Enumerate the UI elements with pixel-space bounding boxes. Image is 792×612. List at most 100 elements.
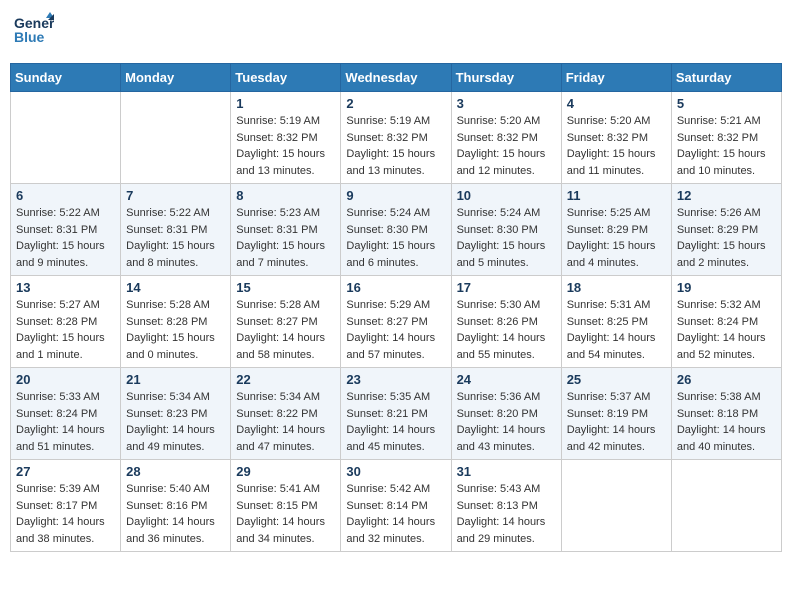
day-number: 26 bbox=[677, 372, 776, 387]
weekday-header: Thursday bbox=[451, 64, 561, 92]
calendar-cell: 20 Sunrise: 5:33 AM Sunset: 8:24 PM Dayli… bbox=[11, 368, 121, 460]
calendar-cell: 25 Sunrise: 5:37 AM Sunset: 8:19 PM Dayli… bbox=[561, 368, 671, 460]
calendar-cell: 18 Sunrise: 5:31 AM Sunset: 8:25 PM Dayli… bbox=[561, 276, 671, 368]
calendar-cell: 21 Sunrise: 5:34 AM Sunset: 8:23 PM Dayli… bbox=[121, 368, 231, 460]
day-info: Sunrise: 5:19 AM Sunset: 8:32 PM Dayligh… bbox=[236, 113, 335, 179]
day-number: 24 bbox=[457, 372, 556, 387]
day-info: Sunrise: 5:38 AM Sunset: 8:18 PM Dayligh… bbox=[677, 389, 776, 455]
calendar-cell: 8 Sunrise: 5:23 AM Sunset: 8:31 PM Daylig… bbox=[231, 184, 341, 276]
day-info: Sunrise: 5:34 AM Sunset: 8:23 PM Dayligh… bbox=[126, 389, 225, 455]
day-number: 28 bbox=[126, 464, 225, 479]
calendar-cell: 10 Sunrise: 5:24 AM Sunset: 8:30 PM Dayli… bbox=[451, 184, 561, 276]
calendar-cell: 30Sunrise: 5:42 AM Sunset: 8:14 PM Dayli… bbox=[341, 460, 451, 552]
calendar-cell bbox=[11, 92, 121, 184]
day-info: Sunrise: 5:32 AM Sunset: 8:24 PM Dayligh… bbox=[677, 297, 776, 363]
day-number: 18 bbox=[567, 280, 666, 295]
calendar-week-row: 20 Sunrise: 5:33 AM Sunset: 8:24 PM Dayli… bbox=[11, 368, 782, 460]
calendar-cell: 24Sunrise: 5:36 AM Sunset: 8:20 PM Dayli… bbox=[451, 368, 561, 460]
day-number: 7 bbox=[126, 188, 225, 203]
calendar-cell: 16 Sunrise: 5:29 AM Sunset: 8:27 PM Dayli… bbox=[341, 276, 451, 368]
day-info: Sunrise: 5:25 AM Sunset: 8:29 PM Dayligh… bbox=[567, 205, 666, 271]
day-number: 19 bbox=[677, 280, 776, 295]
day-info: Sunrise: 5:21 AM Sunset: 8:32 PM Dayligh… bbox=[677, 113, 776, 179]
day-info: Sunrise: 5:24 AM Sunset: 8:30 PM Dayligh… bbox=[457, 205, 556, 271]
calendar-cell: 29 Sunrise: 5:41 AM Sunset: 8:15 PM Dayli… bbox=[231, 460, 341, 552]
calendar-cell: 12 Sunrise: 5:26 AM Sunset: 8:29 PM Dayli… bbox=[671, 184, 781, 276]
day-info: Sunrise: 5:41 AM Sunset: 8:15 PM Dayligh… bbox=[236, 481, 335, 547]
calendar-cell: 15 Sunrise: 5:28 AM Sunset: 8:27 PM Dayli… bbox=[231, 276, 341, 368]
day-number: 20 bbox=[16, 372, 115, 387]
calendar-cell bbox=[121, 92, 231, 184]
calendar-cell: 19 Sunrise: 5:32 AM Sunset: 8:24 PM Dayli… bbox=[671, 276, 781, 368]
day-number: 21 bbox=[126, 372, 225, 387]
day-info: Sunrise: 5:19 AM Sunset: 8:32 PM Dayligh… bbox=[346, 113, 445, 179]
day-number: 4 bbox=[567, 96, 666, 111]
day-info: Sunrise: 5:28 AM Sunset: 8:27 PM Dayligh… bbox=[236, 297, 335, 363]
calendar-cell: 6Sunrise: 5:22 AM Sunset: 8:31 PM Daylig… bbox=[11, 184, 121, 276]
calendar-cell: 28 Sunrise: 5:40 AM Sunset: 8:16 PM Dayli… bbox=[121, 460, 231, 552]
day-info: Sunrise: 5:37 AM Sunset: 8:19 PM Dayligh… bbox=[567, 389, 666, 455]
calendar-cell bbox=[561, 460, 671, 552]
calendar-cell: 9Sunrise: 5:24 AM Sunset: 8:30 PM Daylig… bbox=[341, 184, 451, 276]
day-number: 1 bbox=[236, 96, 335, 111]
day-info: Sunrise: 5:23 AM Sunset: 8:31 PM Dayligh… bbox=[236, 205, 335, 271]
weekday-header: Sunday bbox=[11, 64, 121, 92]
weekday-header: Monday bbox=[121, 64, 231, 92]
day-number: 9 bbox=[346, 188, 445, 203]
calendar-cell: 23Sunrise: 5:35 AM Sunset: 8:21 PM Dayli… bbox=[341, 368, 451, 460]
day-info: Sunrise: 5:28 AM Sunset: 8:28 PM Dayligh… bbox=[126, 297, 225, 363]
day-number: 11 bbox=[567, 188, 666, 203]
day-info: Sunrise: 5:20 AM Sunset: 8:32 PM Dayligh… bbox=[567, 113, 666, 179]
weekday-header: Tuesday bbox=[231, 64, 341, 92]
day-number: 3 bbox=[457, 96, 556, 111]
day-number: 25 bbox=[567, 372, 666, 387]
day-number: 14 bbox=[126, 280, 225, 295]
calendar-cell: 26 Sunrise: 5:38 AM Sunset: 8:18 PM Dayli… bbox=[671, 368, 781, 460]
calendar-cell: 13 Sunrise: 5:27 AM Sunset: 8:28 PM Dayli… bbox=[11, 276, 121, 368]
day-info: Sunrise: 5:35 AM Sunset: 8:21 PM Dayligh… bbox=[346, 389, 445, 455]
day-number: 13 bbox=[16, 280, 115, 295]
day-number: 8 bbox=[236, 188, 335, 203]
day-number: 5 bbox=[677, 96, 776, 111]
day-number: 12 bbox=[677, 188, 776, 203]
day-info: Sunrise: 5:39 AM Sunset: 8:17 PM Dayligh… bbox=[16, 481, 115, 547]
day-number: 22 bbox=[236, 372, 335, 387]
day-info: Sunrise: 5:29 AM Sunset: 8:27 PM Dayligh… bbox=[346, 297, 445, 363]
day-info: Sunrise: 5:33 AM Sunset: 8:24 PM Dayligh… bbox=[16, 389, 115, 455]
day-number: 31 bbox=[457, 464, 556, 479]
day-info: Sunrise: 5:40 AM Sunset: 8:16 PM Dayligh… bbox=[126, 481, 225, 547]
calendar-table: SundayMondayTuesdayWednesdayThursdayFrid… bbox=[10, 63, 782, 552]
day-info: Sunrise: 5:34 AM Sunset: 8:22 PM Dayligh… bbox=[236, 389, 335, 455]
calendar-cell: 2 Sunrise: 5:19 AM Sunset: 8:32 PM Daylig… bbox=[341, 92, 451, 184]
day-number: 30 bbox=[346, 464, 445, 479]
day-info: Sunrise: 5:22 AM Sunset: 8:31 PM Dayligh… bbox=[16, 205, 115, 271]
day-info: Sunrise: 5:30 AM Sunset: 8:26 PM Dayligh… bbox=[457, 297, 556, 363]
day-number: 29 bbox=[236, 464, 335, 479]
calendar-cell: 5 Sunrise: 5:21 AM Sunset: 8:32 PM Daylig… bbox=[671, 92, 781, 184]
logo: General Blue bbox=[14, 10, 54, 55]
day-number: 15 bbox=[236, 280, 335, 295]
day-number: 16 bbox=[346, 280, 445, 295]
calendar-week-row: 6Sunrise: 5:22 AM Sunset: 8:31 PM Daylig… bbox=[11, 184, 782, 276]
svg-text:Blue: Blue bbox=[14, 29, 45, 45]
day-info: Sunrise: 5:31 AM Sunset: 8:25 PM Dayligh… bbox=[567, 297, 666, 363]
weekday-header: Friday bbox=[561, 64, 671, 92]
weekday-header: Saturday bbox=[671, 64, 781, 92]
calendar-cell: 3Sunrise: 5:20 AM Sunset: 8:32 PM Daylig… bbox=[451, 92, 561, 184]
calendar-cell: 7 Sunrise: 5:22 AM Sunset: 8:31 PM Daylig… bbox=[121, 184, 231, 276]
day-info: Sunrise: 5:26 AM Sunset: 8:29 PM Dayligh… bbox=[677, 205, 776, 271]
day-info: Sunrise: 5:27 AM Sunset: 8:28 PM Dayligh… bbox=[16, 297, 115, 363]
day-number: 2 bbox=[346, 96, 445, 111]
calendar-cell: 31 Sunrise: 5:43 AM Sunset: 8:13 PM Dayli… bbox=[451, 460, 561, 552]
day-number: 10 bbox=[457, 188, 556, 203]
calendar-cell: 11 Sunrise: 5:25 AM Sunset: 8:29 PM Dayli… bbox=[561, 184, 671, 276]
calendar-cell bbox=[671, 460, 781, 552]
day-number: 17 bbox=[457, 280, 556, 295]
calendar-week-row: 13 Sunrise: 5:27 AM Sunset: 8:28 PM Dayli… bbox=[11, 276, 782, 368]
day-info: Sunrise: 5:43 AM Sunset: 8:13 PM Dayligh… bbox=[457, 481, 556, 547]
calendar-week-row: 1 Sunrise: 5:19 AM Sunset: 8:32 PM Daylig… bbox=[11, 92, 782, 184]
calendar-cell: 22 Sunrise: 5:34 AM Sunset: 8:22 PM Dayli… bbox=[231, 368, 341, 460]
calendar-cell: 1 Sunrise: 5:19 AM Sunset: 8:32 PM Daylig… bbox=[231, 92, 341, 184]
day-info: Sunrise: 5:22 AM Sunset: 8:31 PM Dayligh… bbox=[126, 205, 225, 271]
calendar-cell: 17 Sunrise: 5:30 AM Sunset: 8:26 PM Dayli… bbox=[451, 276, 561, 368]
